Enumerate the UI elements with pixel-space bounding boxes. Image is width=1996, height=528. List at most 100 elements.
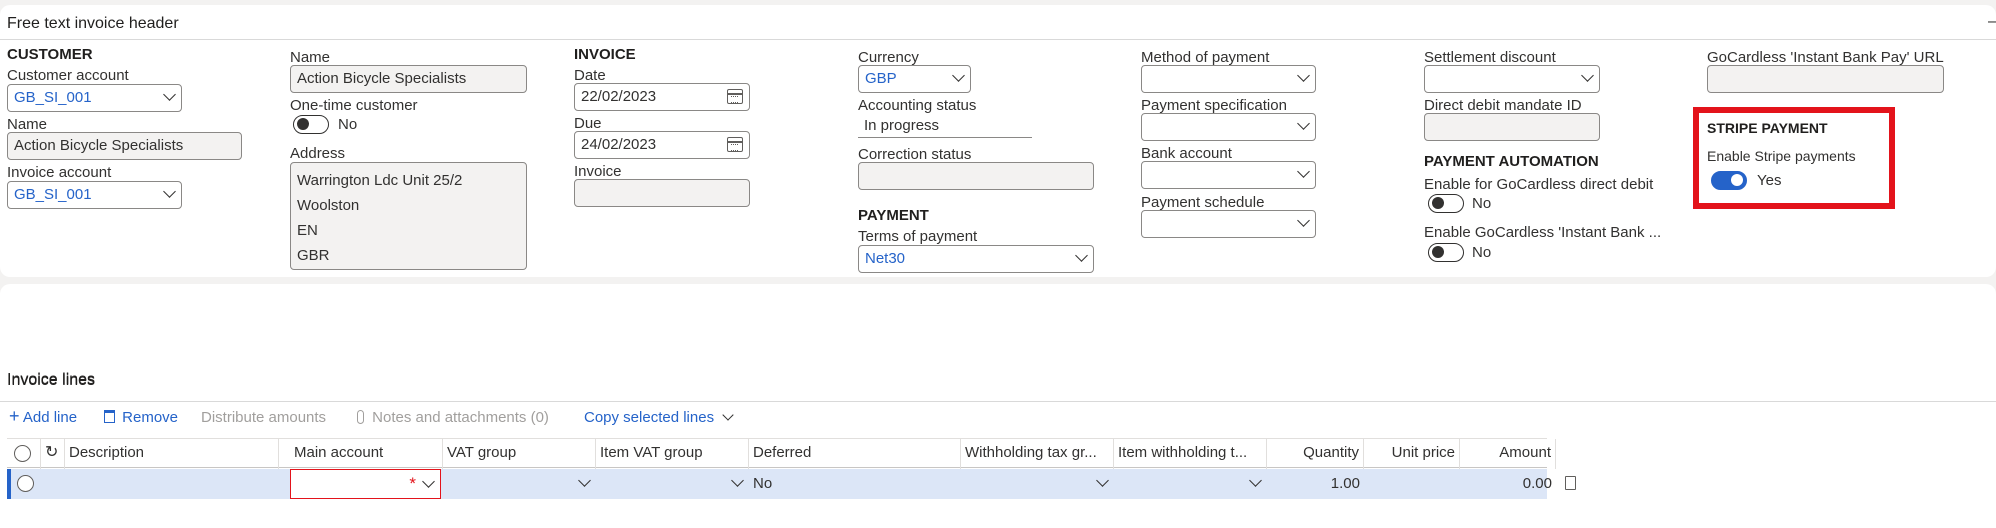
party-name-label: Name bbox=[290, 49, 331, 66]
currency-select[interactable]: GBP bbox=[858, 65, 971, 93]
invoice-account-label: Invoice account bbox=[7, 164, 112, 181]
invoice-account-select[interactable]: GB_SI_001 bbox=[7, 181, 182, 209]
cell-item-vat-group[interactable] bbox=[596, 469, 749, 499]
direct-debit-mandate-field bbox=[1424, 113, 1600, 141]
refresh-icon[interactable]: ↻ bbox=[45, 444, 58, 461]
calendar-icon[interactable] bbox=[727, 89, 743, 104]
method-of-payment-label: Method of payment bbox=[1141, 49, 1270, 66]
chevron-down-icon bbox=[163, 185, 176, 198]
method-of-payment-select[interactable] bbox=[1141, 65, 1316, 93]
column-header-withholding-tax-group[interactable]: Withholding tax gr... bbox=[961, 439, 1114, 469]
cell-description[interactable] bbox=[69, 469, 283, 499]
select-all-radio[interactable] bbox=[14, 445, 31, 462]
cell-main-account[interactable]: * bbox=[290, 469, 441, 499]
direct-debit-mandate-label: Direct debit mandate ID bbox=[1424, 97, 1582, 114]
address-line: EN bbox=[297, 222, 318, 239]
lines-divider bbox=[0, 401, 1996, 402]
accounting-status-label: Accounting status bbox=[858, 97, 977, 114]
chevron-down-icon bbox=[722, 409, 734, 421]
document-icon[interactable] bbox=[1565, 476, 1576, 490]
calendar-icon[interactable] bbox=[727, 137, 743, 152]
cell-quantity[interactable]: 1.00 bbox=[1267, 469, 1364, 499]
select-all-column[interactable] bbox=[7, 439, 41, 469]
column-header-description[interactable]: Description bbox=[65, 439, 279, 469]
chevron-down-icon bbox=[952, 69, 965, 82]
invoice-date-field[interactable]: 22/02/2023 bbox=[574, 83, 750, 111]
plus-icon: + bbox=[9, 406, 20, 426]
required-indicator: * bbox=[409, 474, 416, 493]
address-line: Woolston bbox=[297, 197, 360, 214]
cell-deferred[interactable]: No bbox=[749, 469, 961, 499]
chevron-down-icon bbox=[1297, 214, 1310, 227]
gocardless-dd-label: Enable for GoCardless direct debit bbox=[1424, 176, 1654, 193]
collapse-toggle[interactable]: – bbox=[1988, 13, 1996, 31]
cell-amount[interactable]: 0.00 bbox=[1460, 469, 1556, 499]
invoice-section-title: INVOICE bbox=[574, 46, 636, 63]
add-line-label: Add line bbox=[22, 409, 78, 426]
chevron-down-icon bbox=[731, 474, 744, 487]
terms-of-payment-select[interactable]: Net30 bbox=[858, 245, 1094, 273]
chevron-down-icon bbox=[1096, 474, 1109, 487]
add-line-button[interactable]: + Add line bbox=[9, 406, 78, 426]
cell-item-withholding-tax[interactable] bbox=[1114, 469, 1267, 499]
address-line: GBR bbox=[297, 247, 330, 264]
gocardless-iba-toggle[interactable] bbox=[1428, 243, 1464, 262]
payment-section-title: PAYMENT bbox=[858, 207, 929, 224]
terms-of-payment-value: Net30 bbox=[865, 250, 906, 267]
payment-automation-section-title: PAYMENT AUTOMATION bbox=[1424, 153, 1599, 170]
column-header-unit-price[interactable]: Unit price bbox=[1364, 439, 1460, 469]
due-date-field[interactable]: 24/02/2023 bbox=[574, 131, 750, 159]
column-header-item-withholding-tax[interactable]: Item withholding t... bbox=[1114, 439, 1267, 469]
gocardless-iba-label: Enable GoCardless 'Instant Bank ... bbox=[1424, 224, 1662, 241]
cell-withholding-tax-group[interactable] bbox=[961, 469, 1114, 499]
bank-account-select[interactable] bbox=[1141, 161, 1316, 189]
one-time-customer-value: No bbox=[338, 116, 358, 133]
one-time-customer-toggle[interactable] bbox=[293, 115, 329, 134]
stripe-section-title: STRIPE PAYMENT bbox=[1707, 120, 1828, 136]
cell-vat-group[interactable] bbox=[443, 469, 596, 499]
chevron-down-icon bbox=[1297, 117, 1310, 130]
column-header-main-account[interactable]: Main account bbox=[290, 439, 443, 469]
chevron-down-icon bbox=[578, 474, 591, 487]
row-select-radio[interactable] bbox=[17, 475, 34, 492]
copy-selected-lines-label: Copy selected lines bbox=[584, 409, 715, 426]
table-row[interactable]: * No 1.00 0.00 bbox=[7, 469, 1576, 499]
refresh-column[interactable]: ↻ bbox=[41, 439, 65, 469]
invoice-number-label: Invoice bbox=[574, 163, 622, 180]
column-header-quantity[interactable]: Quantity bbox=[1267, 439, 1364, 469]
column-header-amount[interactable]: Amount bbox=[1460, 439, 1556, 469]
address-field: Warrington Ldc Unit 25/2 Woolston EN GBR bbox=[290, 162, 527, 270]
terms-of-payment-label: Terms of payment bbox=[858, 228, 978, 245]
due-date-value: 24/02/2023 bbox=[581, 136, 657, 153]
distribute-amounts-button[interactable]: Distribute amounts bbox=[201, 409, 326, 426]
header-card-title: Free text invoice header bbox=[7, 15, 179, 32]
currency-label: Currency bbox=[858, 49, 919, 66]
column-header-item-vat-group[interactable]: Item VAT group bbox=[596, 439, 749, 469]
customer-name-label: Name bbox=[7, 116, 48, 133]
gocardless-dd-toggle[interactable] bbox=[1428, 194, 1464, 213]
settlement-discount-select[interactable] bbox=[1424, 65, 1600, 93]
stripe-enable-toggle[interactable] bbox=[1711, 171, 1747, 190]
grid-header: ↻ Description Main account VAT group Ite… bbox=[7, 438, 1556, 469]
payment-specification-select[interactable] bbox=[1141, 113, 1316, 141]
paperclip-icon bbox=[357, 410, 364, 424]
customer-account-select[interactable]: GB_SI_001 bbox=[7, 84, 182, 112]
copy-selected-lines-button[interactable]: Copy selected lines bbox=[584, 409, 734, 426]
payment-schedule-select[interactable] bbox=[1141, 210, 1316, 238]
customer-account-value: GB_SI_001 bbox=[14, 89, 92, 106]
column-header-deferred[interactable]: Deferred bbox=[749, 439, 961, 469]
settlement-discount-label: Settlement discount bbox=[1424, 49, 1556, 66]
stripe-enable-value: Yes bbox=[1757, 172, 1782, 189]
stripe-enable-label: Enable Stripe payments bbox=[1707, 148, 1856, 164]
column-header-vat-group[interactable]: VAT group bbox=[443, 439, 596, 469]
gocardless-dd-value: No bbox=[1472, 195, 1492, 212]
chevron-down-icon bbox=[1297, 69, 1310, 82]
cell-unit-price[interactable] bbox=[1364, 469, 1460, 499]
party-name-field[interactable]: Action Bicycle Specialists bbox=[290, 65, 527, 93]
notes-attachments-button[interactable]: Notes and attachments (0) bbox=[357, 409, 549, 426]
remove-button[interactable]: Remove bbox=[104, 409, 178, 426]
remove-label: Remove bbox=[122, 409, 179, 426]
accounting-status-value: In progress bbox=[858, 114, 1032, 138]
one-time-customer-label: One-time customer bbox=[290, 97, 418, 114]
invoice-account-value: GB_SI_001 bbox=[14, 186, 92, 203]
